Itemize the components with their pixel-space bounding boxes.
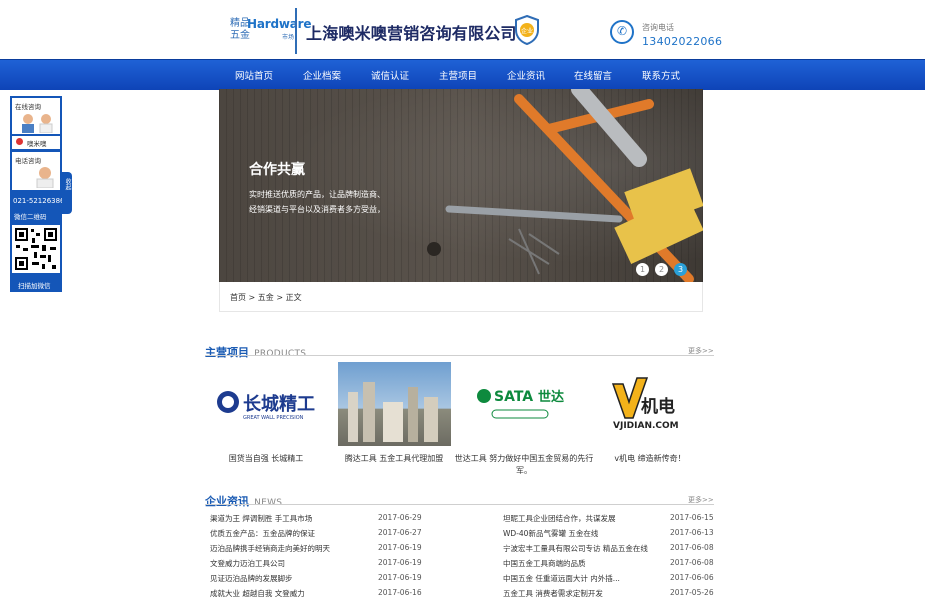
news-date-left-2: 2017-06-27 xyxy=(378,528,422,537)
logo-text-bottom: 五金 xyxy=(230,30,250,41)
news-item-left-4[interactable]: 文登威力迈泊工具公司 xyxy=(210,558,285,569)
product-caption-2[interactable]: 腾达工具 五金工具代理加盟 xyxy=(324,453,464,465)
slide-dot-2[interactable]: 2 xyxy=(655,263,668,276)
product-image-sata[interactable]: SATA 世达 xyxy=(468,362,581,446)
news-item-right-1[interactable]: 坦昵工具企业团结合作，共谋发展 xyxy=(503,513,616,524)
site-logo[interactable]: 精品 五金 Hardware 市场 xyxy=(230,10,311,56)
nav-item-contact[interactable]: 联系方式 xyxy=(642,68,680,82)
breadcrumb-sep: > xyxy=(248,293,256,302)
support-agents-icon xyxy=(22,114,53,133)
sata-logo-cn: 世达 xyxy=(538,389,564,405)
wechat-label: 微信二维码 xyxy=(14,213,47,221)
changcheng-logo-en: GREAT WALL PRECISION xyxy=(243,415,304,421)
city-buildings-photo xyxy=(348,382,438,442)
banner-line-1: 实时推送优质的产品，让品牌制造商、 xyxy=(249,190,385,199)
vjidian-logo-en: VJIDIAN.COM xyxy=(613,421,679,431)
sata-logo: SATA 世达 xyxy=(477,389,564,419)
agent-name: 噢米噢 xyxy=(27,140,47,148)
phone-label: 咨询电话 xyxy=(642,23,674,32)
breadcrumb-home[interactable]: 首页 xyxy=(230,293,246,302)
news-item-left-5[interactable]: 见证迈泊品牌的发展脚步 xyxy=(210,573,293,584)
news-item-right-3[interactable]: 宁波宏丰工量具有限公司专访 精品五金在线 xyxy=(503,543,648,554)
news-item-right-2[interactable]: WD-40新品气雾罐 五金在线 xyxy=(503,528,598,539)
product-caption-4[interactable]: v机电 缔造新传奇！ xyxy=(580,453,720,465)
news-item-right-4[interactable]: 中国五金工具商端的品质 xyxy=(503,558,586,569)
nav-item-message[interactable]: 在线留言 xyxy=(574,68,612,82)
news-date-right-5: 2017-06-06 xyxy=(670,573,714,582)
nav-item-home[interactable]: 网站首页 xyxy=(235,68,273,82)
products-title-en: PRODUCTS xyxy=(254,349,307,359)
phone-icon: ✆ xyxy=(610,20,634,44)
slide-dot-3[interactable]: 3 xyxy=(674,263,687,276)
nav-item-profile[interactable]: 企业档案 xyxy=(303,68,341,82)
online-consult-label: 在线咨询 xyxy=(15,103,41,111)
breadcrumb-container: 首页 > 五金 > 正文 xyxy=(219,282,703,312)
changcheng-logo-cn: 长城精工 xyxy=(243,393,315,415)
main-nav: 网站首页 企业档案 诚信认证 主营项目 企业资讯 在线留言 联系方式 xyxy=(0,59,925,90)
nav-item-news[interactable]: 企业资讯 xyxy=(507,68,545,82)
breadcrumb-sep: > xyxy=(276,293,284,302)
phone-consult-block: 电话咨询 xyxy=(12,152,60,190)
vjidian-logo-cn: 机电 xyxy=(641,396,675,417)
scan-label: 扫描加微信 xyxy=(18,282,51,290)
product-caption-1[interactable]: 国货当自强 长城精工 xyxy=(196,453,336,465)
news-date-right-1: 2017-06-15 xyxy=(670,513,714,522)
logo-text-en: Hardware xyxy=(247,17,312,31)
product-image-tengda[interactable] xyxy=(338,362,451,446)
news-date-left-1: 2017-06-29 xyxy=(378,513,422,522)
breadcrumb: 首页 > 五金 > 正文 xyxy=(230,292,302,303)
products-divider xyxy=(205,355,714,356)
changcheng-logo: 长城精工 GREAT WALL PRECISION xyxy=(217,391,315,421)
news-title-en: NEWS xyxy=(254,498,283,508)
breadcrumb-current: 正文 xyxy=(285,293,302,302)
badge-text: 企业 xyxy=(521,27,533,35)
news-item-left-2[interactable]: 优质五金产品：五金品牌的保证 xyxy=(210,528,315,539)
side-phone-number: 021-52126386 xyxy=(13,197,65,205)
headset-agent-icon xyxy=(36,167,54,188)
logo-tag: 市场 xyxy=(282,34,295,41)
collapse-label: 收起 xyxy=(64,178,71,190)
news-date-left-3: 2017-06-19 xyxy=(378,543,422,552)
news-item-right-5[interactable]: 中国五金 任重道远面大计 内外插... xyxy=(503,573,620,584)
header-divider xyxy=(295,8,297,54)
breadcrumb-hardware[interactable]: 五金 xyxy=(258,293,274,302)
news-heading: 企业资讯 NEWS xyxy=(205,490,282,509)
wechat-qr-code xyxy=(12,225,60,273)
news-date-left-6: 2017-06-16 xyxy=(378,588,422,597)
news-title: 企业资讯 xyxy=(205,495,249,508)
slide-dot-1[interactable]: 1 xyxy=(636,263,649,276)
nav-item-credit[interactable]: 诚信认证 xyxy=(371,68,409,82)
news-item-right-6[interactable]: 五金工具 消费者需求定制开发 xyxy=(503,588,603,599)
news-divider xyxy=(205,504,714,505)
product-caption-3[interactable]: 世达工具 努力做好中国五金贸易的先行军。 xyxy=(454,453,594,477)
news-date-left-5: 2017-06-19 xyxy=(378,573,422,582)
sata-logo-en: SATA xyxy=(494,389,533,405)
banner-line-2: 经销渠道与平台以及消费者多方受益， xyxy=(249,205,385,214)
qq-contact-button[interactable]: 噢米噢 xyxy=(12,136,60,149)
qq-icon xyxy=(16,138,23,145)
tools-illustration xyxy=(427,89,703,282)
news-date-right-2: 2017-06-13 xyxy=(670,528,714,537)
news-date-right-4: 2017-06-08 xyxy=(670,558,714,567)
floating-contact-panel: 在线咨询 噢米噢 电话咨询 021-52126386 微信二维码 扫描加微信 xyxy=(10,96,65,292)
phone-number: 13402022066 xyxy=(642,35,723,48)
products-title: 主营项目 xyxy=(205,346,249,359)
banner-title: 合作共赢 xyxy=(249,162,305,178)
news-item-left-1[interactable]: 渠道为王 焊调制胜 手工具市场 xyxy=(210,513,312,524)
collapse-panel-tab[interactable]: 收起 xyxy=(62,172,72,214)
online-consult-block[interactable]: 在线咨询 xyxy=(12,98,60,134)
product-image-changcheng[interactable]: 长城精工 GREAT WALL PRECISION xyxy=(210,362,323,446)
certified-badge-icon: 企业 xyxy=(515,15,539,45)
nav-item-products[interactable]: 主营项目 xyxy=(439,68,477,82)
news-item-left-3[interactable]: 迈泊品牌携手经销商走向美好的明天 xyxy=(210,543,330,554)
news-date-left-4: 2017-06-19 xyxy=(378,558,422,567)
news-item-left-6[interactable]: 成就大业 超越自我 文登威力 xyxy=(210,588,305,599)
vjidian-logo: 机电 VJIDIAN.COM xyxy=(611,377,679,431)
products-heading: 主营项目 PRODUCTS xyxy=(205,341,306,360)
company-name: 上海噢米噢营销咨询有限公司 xyxy=(306,24,517,43)
hero-banner[interactable]: 合作共赢 实时推送优质的产品，让品牌制造商、 经销渠道与平台以及消费者多方受益，… xyxy=(219,89,703,282)
product-image-vjidian[interactable]: 机电 VJIDIAN.COM xyxy=(595,362,708,446)
news-date-right-6: 2017-05-26 xyxy=(670,588,714,597)
news-date-right-3: 2017-06-08 xyxy=(670,543,714,552)
